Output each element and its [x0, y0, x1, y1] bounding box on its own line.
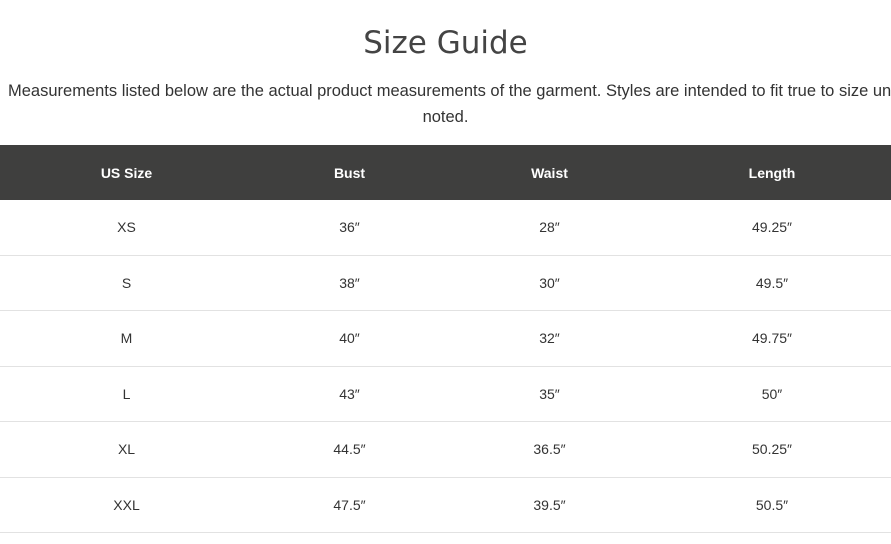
page-title: Size Guide: [363, 25, 528, 61]
cell-length: 50.25″: [653, 421, 891, 478]
table-row: XS 36″ 28″ 49.25″: [0, 200, 891, 256]
intro-text: Measurements listed below are the actual…: [0, 78, 891, 130]
cell-length: 49.25″: [653, 200, 891, 256]
column-header-waist: Waist: [446, 145, 653, 200]
table-header-row: US Size Bust Waist Length: [0, 145, 891, 200]
cell-us-size: XS: [0, 200, 253, 256]
cell-length: 50.5″: [653, 477, 891, 533]
table-row: XXL 47.5″ 39.5″ 50.5″: [0, 477, 891, 533]
cell-length: 50″: [653, 366, 891, 422]
cell-waist: 35″: [446, 366, 653, 422]
cell-us-size: XL: [0, 421, 253, 478]
cell-length: 49.5″: [653, 255, 891, 311]
column-header-us-size: US Size: [0, 145, 253, 200]
cell-us-size: L: [0, 366, 253, 422]
cell-length: 49.75″: [653, 310, 891, 367]
cell-waist: 30″: [446, 255, 653, 311]
cell-waist: 36.5″: [446, 421, 653, 478]
cell-us-size: S: [0, 255, 253, 311]
table-row: L 43″ 35″ 50″: [0, 366, 891, 422]
cell-waist: 28″: [446, 200, 653, 256]
cell-us-size: XXL: [0, 477, 253, 533]
table-row: XL 44.5″ 36.5″ 50.25″: [0, 421, 891, 478]
table-row: S 38″ 30″ 49.5″: [0, 255, 891, 311]
cell-bust: 40″: [253, 310, 446, 367]
cell-bust: 38″: [253, 255, 446, 311]
cell-bust: 47.5″: [253, 477, 446, 533]
cell-waist: 39.5″: [446, 477, 653, 533]
cell-bust: 44.5″: [253, 421, 446, 478]
intro-text-line-1: Measurements listed below are the actual…: [8, 82, 891, 100]
cell-us-size: M: [0, 310, 253, 367]
cell-waist: 32″: [446, 310, 653, 367]
size-guide-table: US Size Bust Waist Length XS 36″ 28″ 49.…: [0, 145, 891, 533]
cell-bust: 36″: [253, 200, 446, 256]
column-header-length: Length: [653, 145, 891, 200]
cell-bust: 43″: [253, 366, 446, 422]
column-header-bust: Bust: [253, 145, 446, 200]
table-row: M 40″ 32″ 49.75″: [0, 310, 891, 367]
intro-text-line-2: noted.: [422, 108, 469, 126]
